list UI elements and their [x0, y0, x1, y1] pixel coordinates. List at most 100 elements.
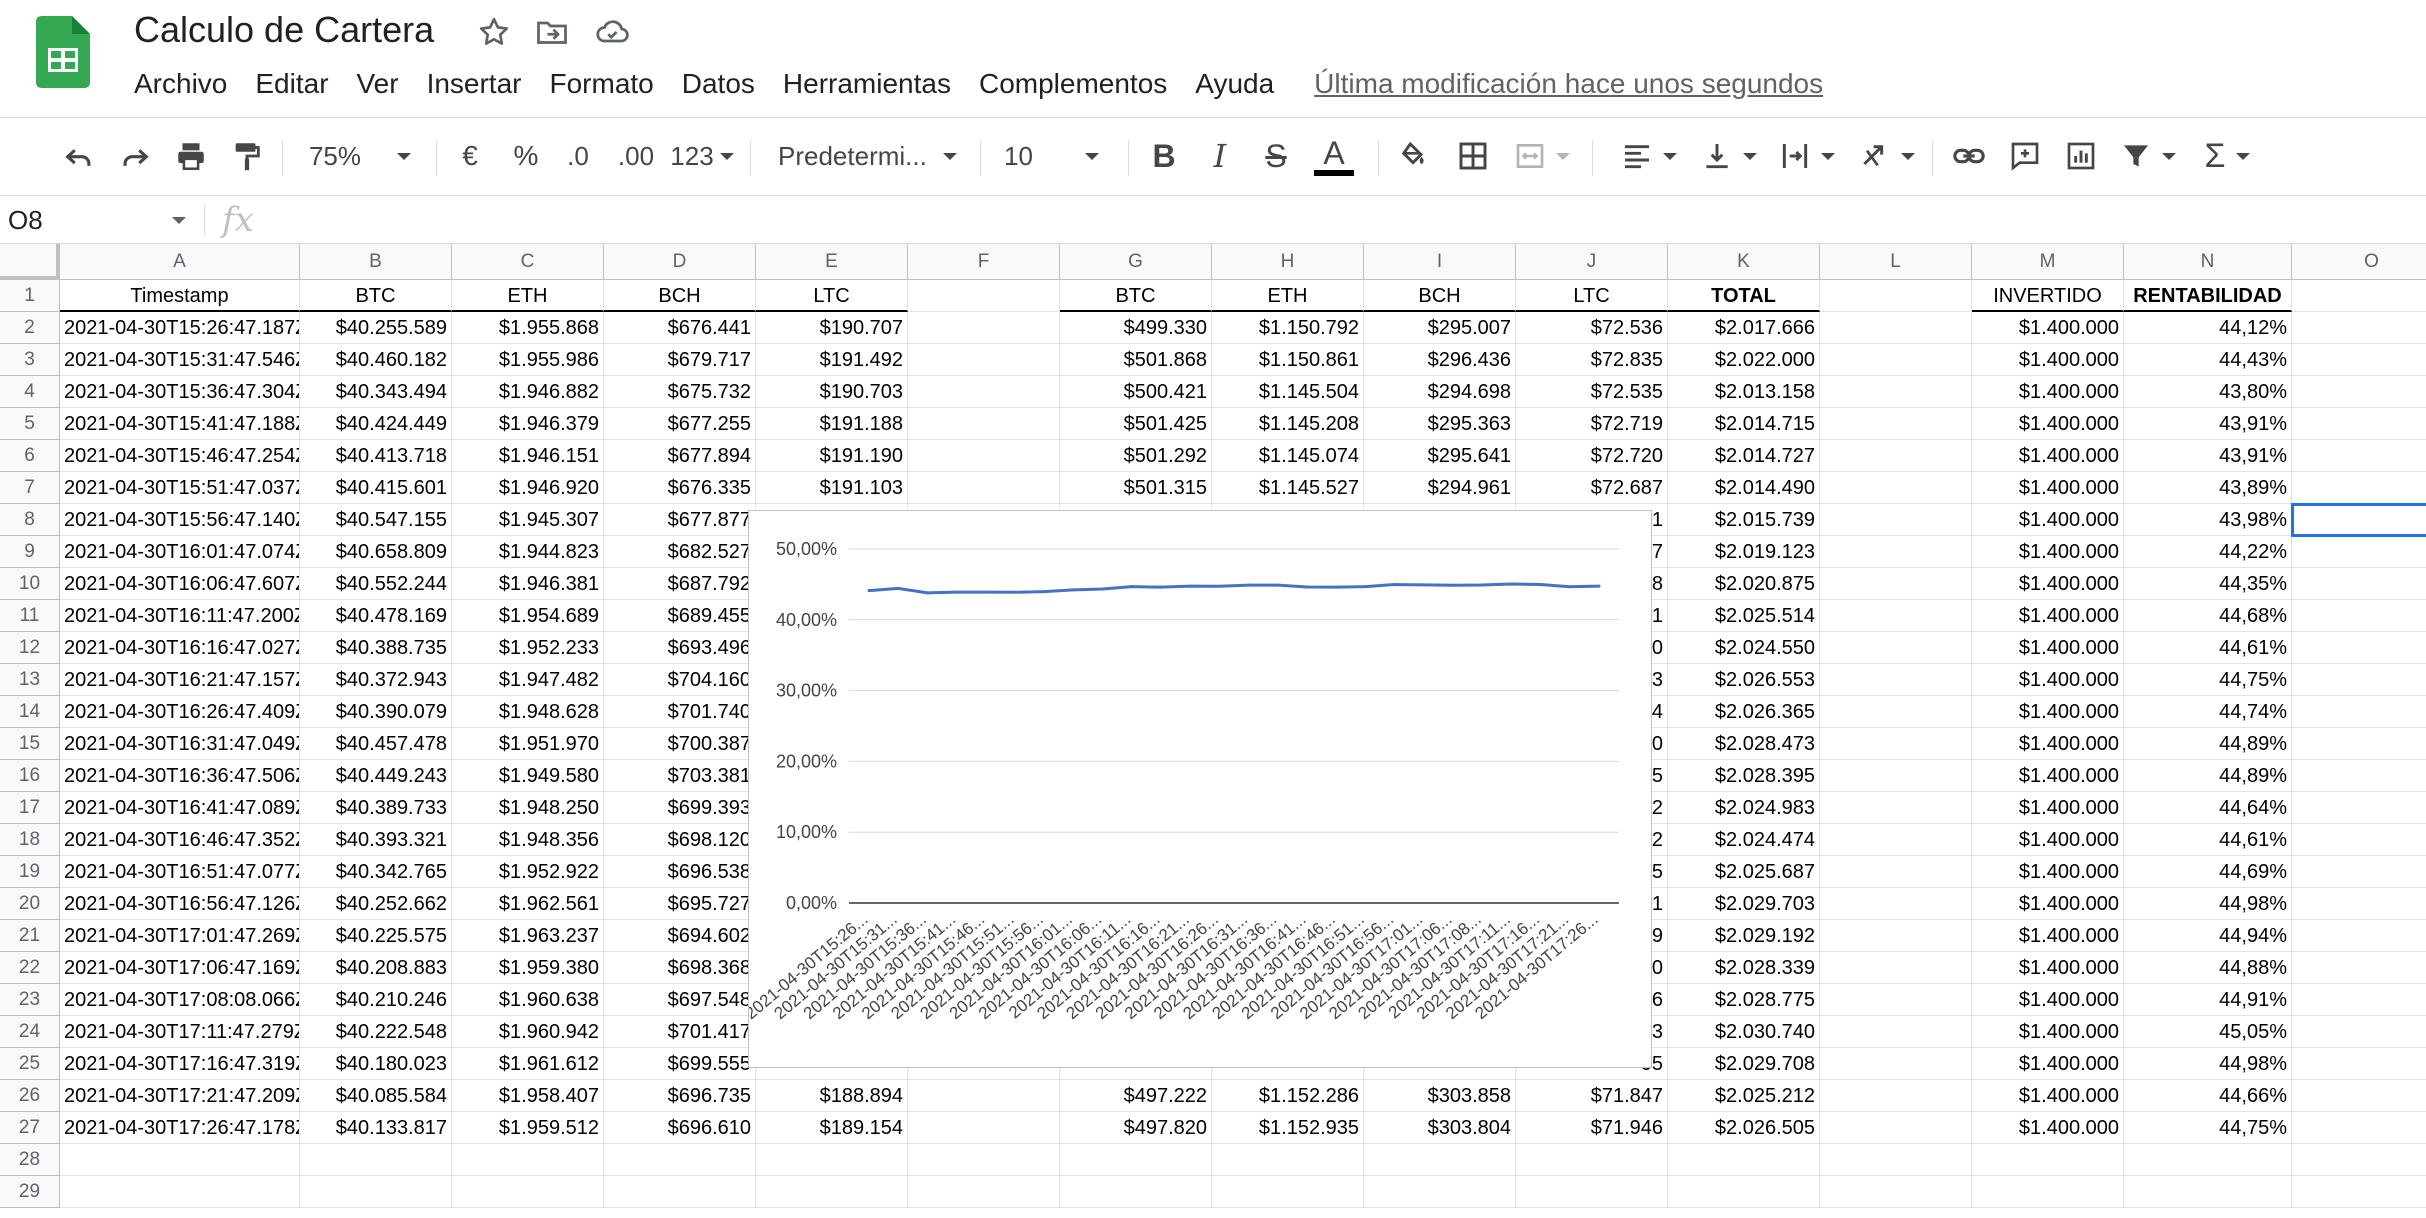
- cell-m18[interactable]: $1.400.000: [1972, 824, 2124, 856]
- cell-h3[interactable]: $1.150.861: [1212, 344, 1364, 376]
- cell-a27[interactable]: 2021-04-30T17:26:47.178Z: [60, 1112, 300, 1144]
- sheets-logo-icon[interactable]: [36, 16, 90, 88]
- cell-e7[interactable]: $191.103: [756, 472, 908, 504]
- cell-n6[interactable]: 43,91%: [2124, 440, 2292, 472]
- undo-button[interactable]: [56, 132, 102, 180]
- cell-b27[interactable]: $40.133.817: [300, 1112, 452, 1144]
- cell-n20[interactable]: 44,98%: [2124, 888, 2292, 920]
- cell-o13[interactable]: [2292, 664, 2426, 696]
- cell-d9[interactable]: $682.527: [604, 536, 756, 568]
- cell-a1[interactable]: Timestamp: [60, 280, 300, 312]
- cell-c15[interactable]: $1.951.970: [452, 728, 604, 760]
- cell-l12[interactable]: [1820, 632, 1972, 664]
- cell-l5[interactable]: [1820, 408, 1972, 440]
- cell-l25[interactable]: [1820, 1048, 1972, 1080]
- cell-a23[interactable]: 2021-04-30T17:08:08.066Z: [60, 984, 300, 1016]
- row-header[interactable]: 5: [0, 408, 60, 440]
- cell-h6[interactable]: $1.145.074: [1212, 440, 1364, 472]
- cell-k11[interactable]: $2.025.514: [1668, 600, 1820, 632]
- cell-o11[interactable]: [2292, 600, 2426, 632]
- cell-d6[interactable]: $677.894: [604, 440, 756, 472]
- cell-c10[interactable]: $1.946.381: [452, 568, 604, 600]
- cell-b8[interactable]: $40.547.155: [300, 504, 452, 536]
- cell-k16[interactable]: $2.028.395: [1668, 760, 1820, 792]
- cell-j7[interactable]: $72.687: [1516, 472, 1668, 504]
- cell-k4[interactable]: $2.013.158: [1668, 376, 1820, 408]
- cell-n7[interactable]: 43,89%: [2124, 472, 2292, 504]
- cell-k29[interactable]: [1668, 1176, 1820, 1208]
- cell-j1[interactable]: LTC: [1516, 280, 1668, 312]
- cell-j3[interactable]: $72.835: [1516, 344, 1668, 376]
- cell-c27[interactable]: $1.959.512: [452, 1112, 604, 1144]
- cell-n21[interactable]: 44,94%: [2124, 920, 2292, 952]
- vertical-align-button[interactable]: [1698, 132, 1760, 180]
- insert-link-button[interactable]: [1948, 132, 1990, 180]
- cell-a3[interactable]: 2021-04-30T15:31:47.546Z: [60, 344, 300, 376]
- menu-archivo[interactable]: Archivo: [120, 64, 241, 104]
- cell-b2[interactable]: $40.255.589: [300, 312, 452, 344]
- cell-n1[interactable]: RENTABILIDAD: [2124, 280, 2292, 312]
- cell-a13[interactable]: 2021-04-30T16:21:47.157Z: [60, 664, 300, 696]
- cell-a19[interactable]: 2021-04-30T16:51:47.077Z: [60, 856, 300, 888]
- cell-k21[interactable]: $2.029.192: [1668, 920, 1820, 952]
- cell-c20[interactable]: $1.962.561: [452, 888, 604, 920]
- cell-k7[interactable]: $2.014.490: [1668, 472, 1820, 504]
- cell-o29[interactable]: [2292, 1176, 2426, 1208]
- cell-f27[interactable]: [908, 1112, 1060, 1144]
- percent-format-button[interactable]: %: [506, 132, 546, 180]
- row-header[interactable]: 28: [0, 1144, 60, 1176]
- cell-n28[interactable]: [2124, 1144, 2292, 1176]
- cell-a9[interactable]: 2021-04-30T16:01:47.074Z: [60, 536, 300, 568]
- cell-a28[interactable]: [60, 1144, 300, 1176]
- increase-decimals-button[interactable]: .00: [610, 132, 662, 180]
- cell-o18[interactable]: [2292, 824, 2426, 856]
- cell-g29[interactable]: [1060, 1176, 1212, 1208]
- cell-j5[interactable]: $72.719: [1516, 408, 1668, 440]
- cell-d22[interactable]: $698.368: [604, 952, 756, 984]
- cell-o19[interactable]: [2292, 856, 2426, 888]
- cell-d16[interactable]: $703.381: [604, 760, 756, 792]
- cell-k26[interactable]: $2.025.212: [1668, 1080, 1820, 1112]
- borders-button[interactable]: [1452, 132, 1494, 180]
- menu-datos[interactable]: Datos: [668, 64, 769, 104]
- cell-m13[interactable]: $1.400.000: [1972, 664, 2124, 696]
- cell-d21[interactable]: $694.602: [604, 920, 756, 952]
- insert-chart-button[interactable]: [2060, 132, 2102, 180]
- cell-j28[interactable]: [1516, 1144, 1668, 1176]
- cell-m8[interactable]: $1.400.000: [1972, 504, 2124, 536]
- cell-o12[interactable]: [2292, 632, 2426, 664]
- cell-d15[interactable]: $700.387: [604, 728, 756, 760]
- cell-b14[interactable]: $40.390.079: [300, 696, 452, 728]
- cell-a20[interactable]: 2021-04-30T16:56:47.126Z: [60, 888, 300, 920]
- cell-m1[interactable]: INVERTIDO: [1972, 280, 2124, 312]
- cell-m4[interactable]: $1.400.000: [1972, 376, 2124, 408]
- cell-f28[interactable]: [908, 1144, 1060, 1176]
- cell-d26[interactable]: $696.735: [604, 1080, 756, 1112]
- menu-editar[interactable]: Editar: [241, 64, 342, 104]
- cell-k20[interactable]: $2.029.703: [1668, 888, 1820, 920]
- cell-a11[interactable]: 2021-04-30T16:11:47.200Z: [60, 600, 300, 632]
- column-header-l[interactable]: L: [1820, 244, 1972, 280]
- cell-e26[interactable]: $188.894: [756, 1080, 908, 1112]
- cell-o24[interactable]: [2292, 1016, 2426, 1048]
- cell-k1[interactable]: TOTAL: [1668, 280, 1820, 312]
- cell-o16[interactable]: [2292, 760, 2426, 792]
- cell-b25[interactable]: $40.180.023: [300, 1048, 452, 1080]
- paint-format-button[interactable]: [224, 132, 270, 180]
- cell-n2[interactable]: 44,12%: [2124, 312, 2292, 344]
- cell-b11[interactable]: $40.478.169: [300, 600, 452, 632]
- cell-h2[interactable]: $1.150.792: [1212, 312, 1364, 344]
- cell-f1[interactable]: [908, 280, 1060, 312]
- cell-g27[interactable]: $497.820: [1060, 1112, 1212, 1144]
- cell-o14[interactable]: [2292, 696, 2426, 728]
- cell-l7[interactable]: [1820, 472, 1972, 504]
- cell-k10[interactable]: $2.020.875: [1668, 568, 1820, 600]
- cell-h26[interactable]: $1.152.286: [1212, 1080, 1364, 1112]
- column-header-f[interactable]: F: [908, 244, 1060, 280]
- cell-b21[interactable]: $40.225.575: [300, 920, 452, 952]
- cell-m9[interactable]: $1.400.000: [1972, 536, 2124, 568]
- cell-l16[interactable]: [1820, 760, 1972, 792]
- cell-c6[interactable]: $1.946.151: [452, 440, 604, 472]
- cell-c29[interactable]: [452, 1176, 604, 1208]
- cell-n29[interactable]: [2124, 1176, 2292, 1208]
